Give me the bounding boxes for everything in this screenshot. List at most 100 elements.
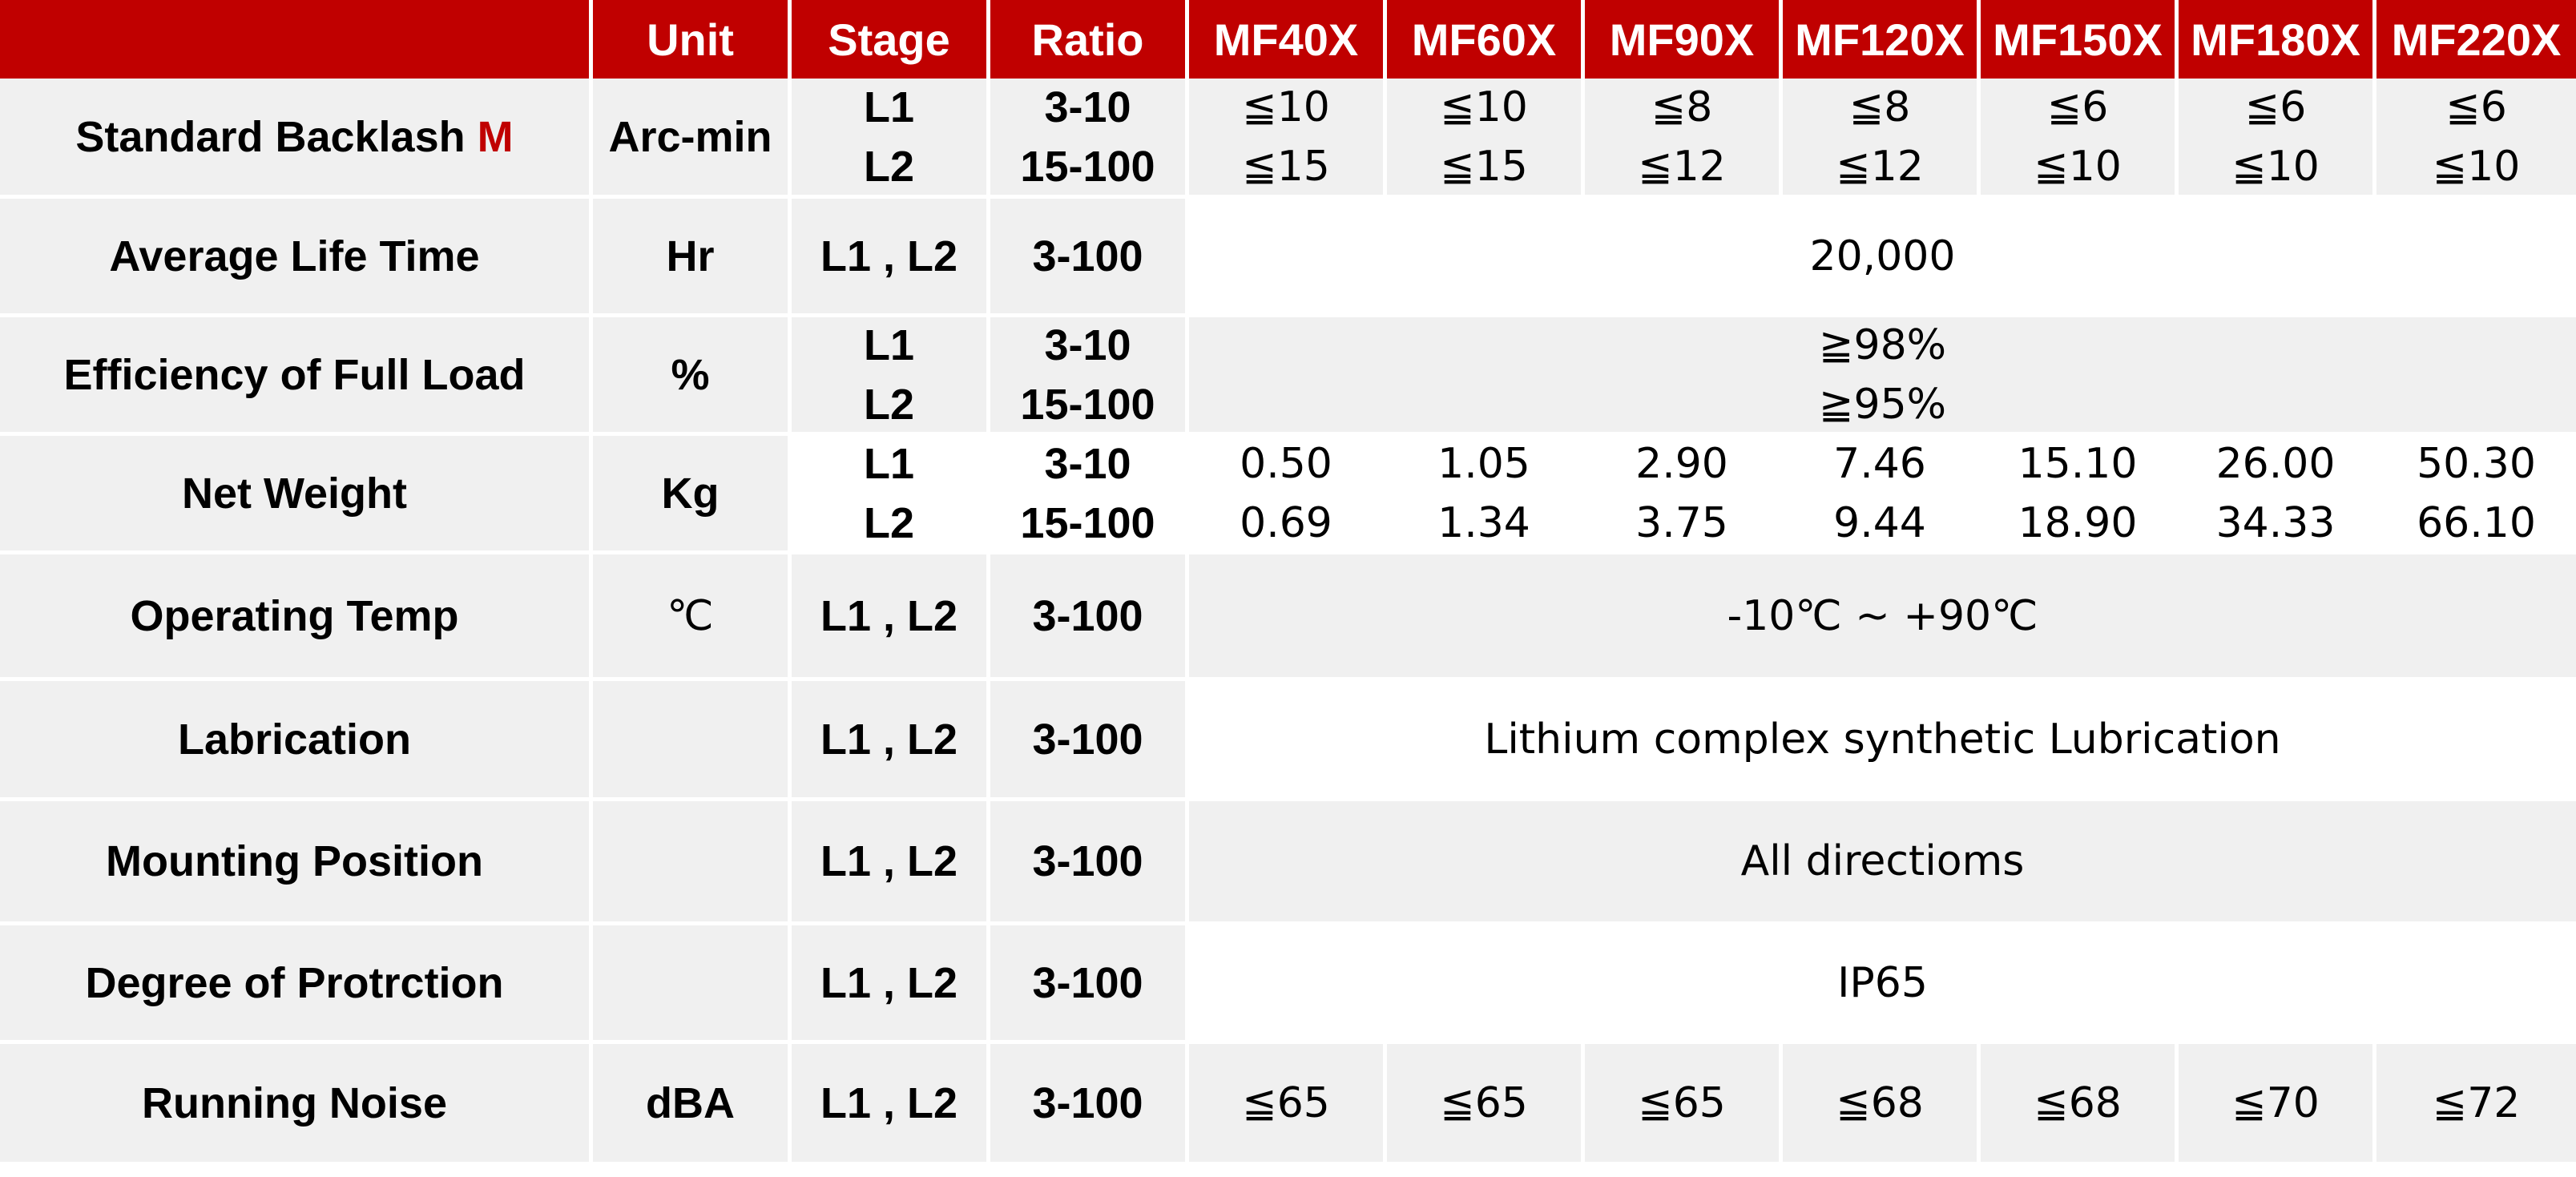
backlash-l1: ≦10 [1242, 83, 1330, 131]
backlash-label-text: Standard Backlash [75, 112, 466, 161]
stage-l1: L1 [863, 320, 915, 369]
backlash-ratio: 3-10 15-100 [990, 79, 1189, 199]
mounting-stage: L1 , L2 [792, 801, 990, 925]
life-ratio: 3-100 [990, 199, 1189, 317]
backlash-stage: L1 L2 [792, 79, 990, 199]
life-value: 20,000 [1189, 199, 2576, 317]
stage-l1: L1 [863, 439, 915, 488]
mounting-ratio: 3-100 [990, 801, 1189, 925]
lubrication-stage: L1 , L2 [792, 681, 990, 801]
row-label-backlash: Standard Backlash M [0, 79, 593, 199]
backlash-l2: ≦15 [1440, 142, 1528, 191]
noise-ratio: 3-100 [990, 1044, 1189, 1166]
temp-unit: ℃ [593, 554, 792, 681]
noise-value: ≦65 [1189, 1044, 1387, 1166]
backlash-l1: ≦8 [1651, 83, 1713, 131]
weight-l2: 1.34 [1437, 498, 1530, 547]
protection-ratio: 3-100 [990, 925, 1189, 1044]
efficiency-l2: ≧95% [1818, 380, 1947, 429]
header-model: MF40X [1189, 0, 1387, 79]
weight-l1: 7.46 [1833, 439, 1926, 488]
weight-l2: 34.33 [2215, 498, 2336, 547]
noise-value: ≦68 [1981, 1044, 2179, 1166]
weight-l2: 3.75 [1635, 498, 1728, 547]
weight-l1: 1.05 [1437, 439, 1530, 488]
backlash-value: ≦8 ≦12 [1783, 79, 1981, 199]
backlash-value: ≦6 ≦10 [2376, 79, 2576, 199]
backlash-l2: ≦10 [2432, 142, 2521, 191]
row-label-temp: Operating Temp [0, 554, 593, 681]
backlash-l1: ≦8 [1848, 83, 1911, 131]
lubrication-value: Lithium complex synthetic Lubrication [1189, 681, 2576, 801]
header-model: MF150X [1981, 0, 2179, 79]
header-model: MF220X [2376, 0, 2576, 79]
weight-value: 15.10 18.90 [1981, 436, 2179, 554]
backlash-value: ≦6 ≦10 [1981, 79, 2179, 199]
weight-stage: L1 L2 [792, 436, 990, 554]
backlash-l1: ≦10 [1440, 83, 1528, 131]
ratio-l2: 15-100 [1020, 498, 1155, 547]
ratio-l2: 15-100 [1020, 142, 1155, 191]
backlash-mark: M [477, 112, 514, 161]
weight-value: 7.46 9.44 [1783, 436, 1981, 554]
weight-l1: 0.50 [1240, 439, 1332, 488]
header-ratio: Ratio [990, 0, 1189, 79]
spec-table: Unit Stage Ratio MF40X MF60X MF90X MF120… [0, 0, 2576, 1177]
life-stage: L1 , L2 [792, 199, 990, 317]
backlash-l2: ≦12 [1638, 142, 1726, 191]
weight-l1: 15.10 [2018, 439, 2138, 488]
row-label-life: Average Life Time [0, 199, 593, 317]
header-blank [0, 0, 593, 79]
noise-value: ≦68 [1783, 1044, 1981, 1166]
header-stage: Stage [792, 0, 990, 79]
weight-value: 26.00 34.33 [2179, 436, 2376, 554]
backlash-value: ≦10 ≦15 [1387, 79, 1585, 199]
weight-l1: 26.00 [2215, 439, 2336, 488]
weight-l1: 2.90 [1635, 439, 1728, 488]
weight-l2: 9.44 [1833, 498, 1926, 547]
backlash-l2: ≦10 [2231, 142, 2320, 191]
ratio-l1: 3-10 [1044, 320, 1131, 369]
header-model: MF120X [1783, 0, 1981, 79]
row-label-noise: Running Noise [0, 1044, 593, 1166]
backlash-l1: ≦6 [2445, 83, 2507, 131]
header-unit: Unit [593, 0, 792, 79]
efficiency-stage: L1 L2 [792, 317, 990, 436]
row-label-lubrication: Labrication [0, 681, 593, 801]
weight-unit: Kg [593, 436, 792, 554]
mounting-unit [593, 801, 792, 925]
row-label-weight: Net Weight [0, 436, 593, 554]
row-label-mounting: Mounting Position [0, 801, 593, 925]
stage-l1: L1 [863, 83, 915, 131]
noise-stage: L1 , L2 [792, 1044, 990, 1166]
weight-value: 1.05 1.34 [1387, 436, 1585, 554]
stage-l2: L2 [863, 142, 915, 191]
backlash-l1: ≦6 [2244, 83, 2307, 131]
noise-value: ≦70 [2179, 1044, 2376, 1166]
stage-l2: L2 [863, 380, 915, 429]
lubrication-unit [593, 681, 792, 801]
ratio-l1: 3-10 [1044, 83, 1131, 131]
protection-stage: L1 , L2 [792, 925, 990, 1044]
backlash-l2: ≦15 [1242, 142, 1330, 191]
temp-stage: L1 , L2 [792, 554, 990, 681]
weight-l2: 18.90 [2018, 498, 2138, 547]
noise-value: ≦65 [1585, 1044, 1783, 1166]
efficiency-l1: ≧98% [1818, 320, 1947, 369]
header-model: MF90X [1585, 0, 1783, 79]
temp-ratio: 3-100 [990, 554, 1189, 681]
noise-value: ≦65 [1387, 1044, 1585, 1166]
backlash-value: ≦10 ≦15 [1189, 79, 1387, 199]
ratio-l2: 15-100 [1020, 380, 1155, 429]
protection-value: IP65 [1189, 925, 2576, 1044]
header-model: MF180X [2179, 0, 2376, 79]
noise-unit: dBA [593, 1044, 792, 1166]
row-label-efficiency: Efficiency of Full Load [0, 317, 593, 436]
efficiency-value: ≧98% ≧95% [1189, 317, 2576, 436]
stage-l2: L2 [863, 498, 915, 547]
backlash-value: ≦8 ≦12 [1585, 79, 1783, 199]
header-model: MF60X [1387, 0, 1585, 79]
backlash-l1: ≦6 [2046, 83, 2109, 131]
weight-value: 2.90 3.75 [1585, 436, 1783, 554]
weight-l2: 66.10 [2417, 498, 2536, 547]
